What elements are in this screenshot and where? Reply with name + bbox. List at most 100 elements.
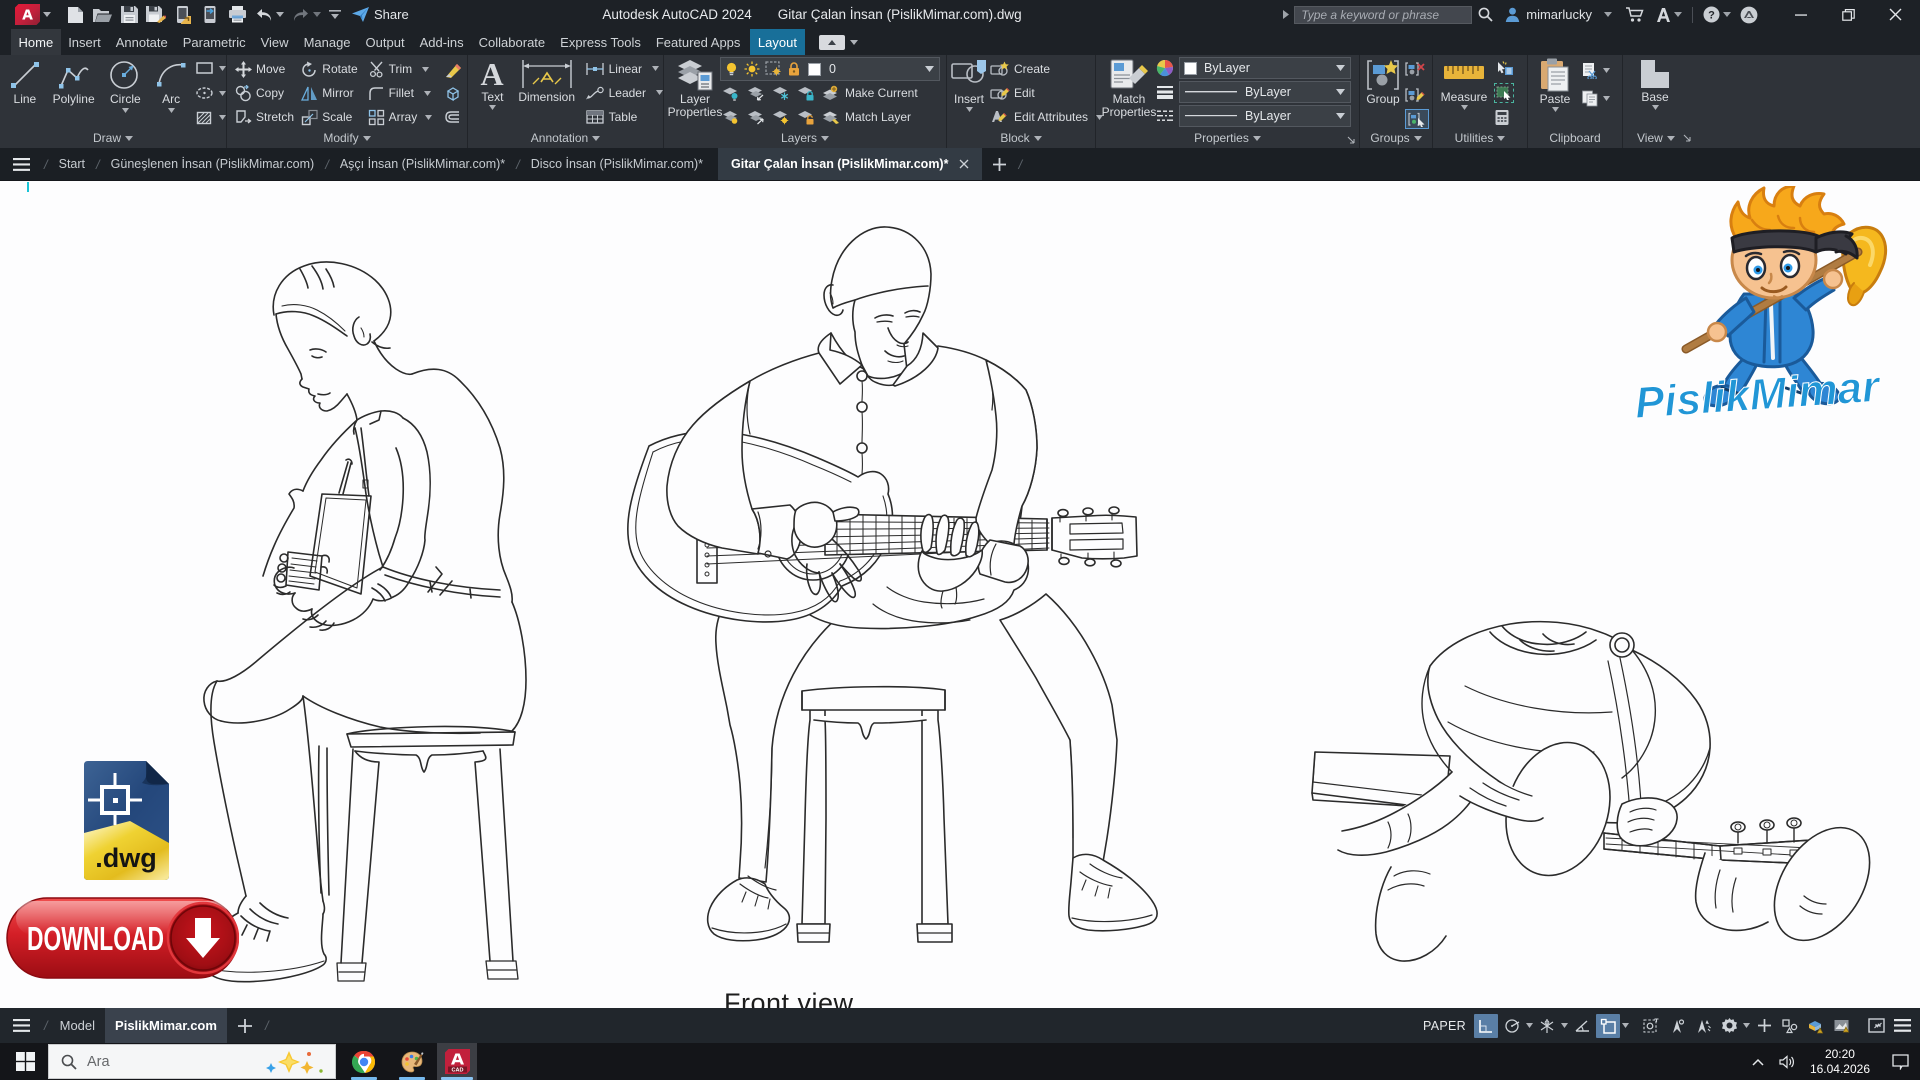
group-edit-button[interactable] bbox=[1405, 83, 1429, 107]
layers-panel-label[interactable]: Layers bbox=[664, 131, 946, 145]
quick-select-button[interactable] bbox=[1494, 57, 1514, 81]
match-properties-button[interactable]: Match Properties bbox=[1102, 55, 1156, 129]
doctab-menu-icon[interactable] bbox=[0, 148, 42, 180]
ungroup-button[interactable] bbox=[1405, 57, 1429, 81]
isodraft-caret[interactable] bbox=[1561, 1023, 1568, 1028]
layer-vp-freeze-icon[interactable] bbox=[765, 61, 782, 77]
isodraft-toggle[interactable] bbox=[1535, 1014, 1559, 1038]
layer-on-tool-icon[interactable] bbox=[722, 110, 740, 125]
chrome-taskbar-button[interactable] bbox=[344, 1043, 384, 1080]
help-button[interactable]: ? bbox=[1703, 6, 1731, 23]
tab-layout[interactable]: Layout bbox=[750, 29, 805, 55]
workspace-switching-button[interactable] bbox=[1778, 1014, 1802, 1038]
close-button[interactable] bbox=[1878, 0, 1912, 29]
layer-unisolate-tool-icon[interactable] bbox=[747, 110, 765, 125]
doctab-close-icon[interactable] bbox=[959, 159, 969, 169]
ribbon-display-toggle[interactable] bbox=[819, 35, 845, 50]
open-from-mobile-icon[interactable] bbox=[200, 5, 220, 25]
tab-featured-apps[interactable]: Featured Apps bbox=[648, 29, 748, 55]
edit-block-button[interactable]: Edit bbox=[990, 81, 1103, 104]
save-as-icon[interactable] bbox=[146, 5, 166, 25]
annotation-scale-caret[interactable] bbox=[1622, 1023, 1629, 1028]
tab-parametric[interactable]: Parametric bbox=[175, 29, 253, 55]
doctab-guneslenen[interactable]: Güneşlenen İnsan (PislikMimar.com) bbox=[102, 148, 324, 180]
layout-menu-icon[interactable] bbox=[0, 1008, 42, 1043]
hatch-button[interactable] bbox=[195, 106, 226, 129]
annotation-panel-label[interactable]: Annotation bbox=[468, 131, 663, 145]
ortho-caret[interactable] bbox=[1526, 1023, 1533, 1028]
properties-panel-label[interactable]: Properties bbox=[1096, 131, 1359, 145]
account-button[interactable]: mimarlucky bbox=[1505, 7, 1612, 22]
group-selection-toggle[interactable] bbox=[1405, 109, 1429, 129]
paste-button[interactable]: Paste bbox=[1536, 55, 1574, 129]
linetype-dropdown[interactable]: ByLayer bbox=[1179, 105, 1351, 127]
keyword-search-input[interactable] bbox=[1294, 6, 1472, 24]
annotation-scale-toggle[interactable] bbox=[1596, 1014, 1620, 1038]
logo-dropdown-caret[interactable] bbox=[43, 0, 51, 29]
doctab-start[interactable]: Start bbox=[50, 148, 94, 180]
edit-attributes-button[interactable]: Edit Attributes bbox=[990, 106, 1103, 129]
taskbar-search-box[interactable]: Ara bbox=[48, 1044, 336, 1079]
tab-manage[interactable]: Manage bbox=[296, 29, 358, 55]
layer-off-tool-icon[interactable] bbox=[722, 86, 740, 101]
app-store-cart-icon[interactable] bbox=[1626, 7, 1644, 23]
base-button[interactable]: Base bbox=[1633, 55, 1677, 129]
explode-button[interactable] bbox=[443, 81, 467, 105]
layout-tab-model[interactable]: Model bbox=[50, 1008, 105, 1043]
doctab-new-icon[interactable] bbox=[982, 148, 1016, 180]
stretch-button[interactable]: Stretch bbox=[235, 105, 301, 129]
fullscreen-button[interactable] bbox=[1864, 1014, 1888, 1038]
measure-button[interactable]: Measure bbox=[1439, 55, 1489, 129]
open-file-icon[interactable] bbox=[92, 5, 112, 25]
isolate-objects-button[interactable]: ! bbox=[1804, 1014, 1828, 1038]
tab-collaborate[interactable]: Collaborate bbox=[471, 29, 553, 55]
download-button[interactable]: DOWNLOAD bbox=[6, 896, 239, 980]
utilities-panel-label[interactable]: Utilities bbox=[1433, 131, 1527, 145]
save-icon[interactable] bbox=[119, 5, 139, 25]
status-menu-button[interactable] bbox=[1890, 1014, 1914, 1038]
grid-toggle[interactable] bbox=[1474, 1014, 1498, 1038]
tab-annotate[interactable]: Annotate bbox=[108, 29, 175, 55]
copy-clip-button[interactable] bbox=[1581, 86, 1610, 110]
table-button[interactable]: Table bbox=[585, 106, 663, 129]
assistant-icon[interactable] bbox=[1740, 6, 1758, 24]
layer-lock-icon[interactable] bbox=[787, 61, 801, 77]
layer-dropdown-caret[interactable] bbox=[925, 66, 934, 72]
layer-isolate-tool-icon[interactable] bbox=[747, 86, 765, 101]
doctab-disco[interactable]: Disco İnsan (PislikMimar.com)* bbox=[522, 148, 712, 180]
layer-thaw-tool-icon[interactable] bbox=[772, 110, 790, 125]
ribbon-toggle-caret[interactable] bbox=[850, 40, 858, 45]
paint-taskbar-button[interactable] bbox=[392, 1043, 432, 1080]
view-launcher-icon[interactable] bbox=[1683, 134, 1691, 142]
groups-panel-label[interactable]: Groups bbox=[1360, 131, 1432, 145]
ellipse-button[interactable] bbox=[195, 82, 226, 105]
layout-new-icon[interactable] bbox=[227, 1008, 263, 1043]
text-button[interactable]: A Text bbox=[476, 55, 509, 129]
layer-properties-button[interactable]: Layer Properties bbox=[670, 55, 720, 129]
tab-home[interactable]: Home bbox=[11, 29, 61, 55]
start-button[interactable] bbox=[6, 1043, 44, 1080]
polyline-button[interactable]: Polyline bbox=[50, 55, 98, 129]
autodesk-apps-button[interactable] bbox=[1656, 8, 1682, 22]
drawing-canvas[interactable]: PislikMimar .dwg DOWNLOAD Front view bbox=[0, 181, 1920, 1008]
offset-button[interactable] bbox=[443, 105, 467, 129]
lineweight-dropdown[interactable]: ByLayer bbox=[1179, 81, 1351, 103]
tab-addins[interactable]: Add-ins bbox=[412, 29, 471, 55]
cut-button[interactable] bbox=[1581, 58, 1610, 82]
graphics-performance-button[interactable]: ! bbox=[1830, 1014, 1854, 1038]
linear-button[interactable]: Linear bbox=[585, 57, 663, 80]
layer-freeze-tool-icon[interactable] bbox=[772, 86, 790, 101]
layer-lock-tool-icon[interactable] bbox=[797, 86, 815, 101]
doctab-gitar-active[interactable]: Gitar Çalan İnsan (PislikMimar.com)* bbox=[718, 148, 982, 180]
copy-button[interactable]: Copy bbox=[235, 81, 301, 105]
create-block-button[interactable]: Create bbox=[990, 57, 1103, 80]
settings-caret[interactable] bbox=[1743, 1023, 1750, 1028]
draw-panel-label[interactable]: Draw bbox=[0, 131, 226, 145]
leader-button[interactable]: Leader bbox=[585, 81, 663, 104]
clock[interactable]: 20:20 16.04.2026 bbox=[1810, 1047, 1870, 1077]
plot-icon[interactable] bbox=[227, 5, 247, 25]
modify-panel-label[interactable]: Modify bbox=[227, 131, 467, 145]
trim-button[interactable]: Trim bbox=[368, 57, 443, 81]
osnap-tracking-toggle[interactable] bbox=[1665, 1014, 1689, 1038]
layer-unlock-tool-icon[interactable] bbox=[797, 110, 815, 125]
